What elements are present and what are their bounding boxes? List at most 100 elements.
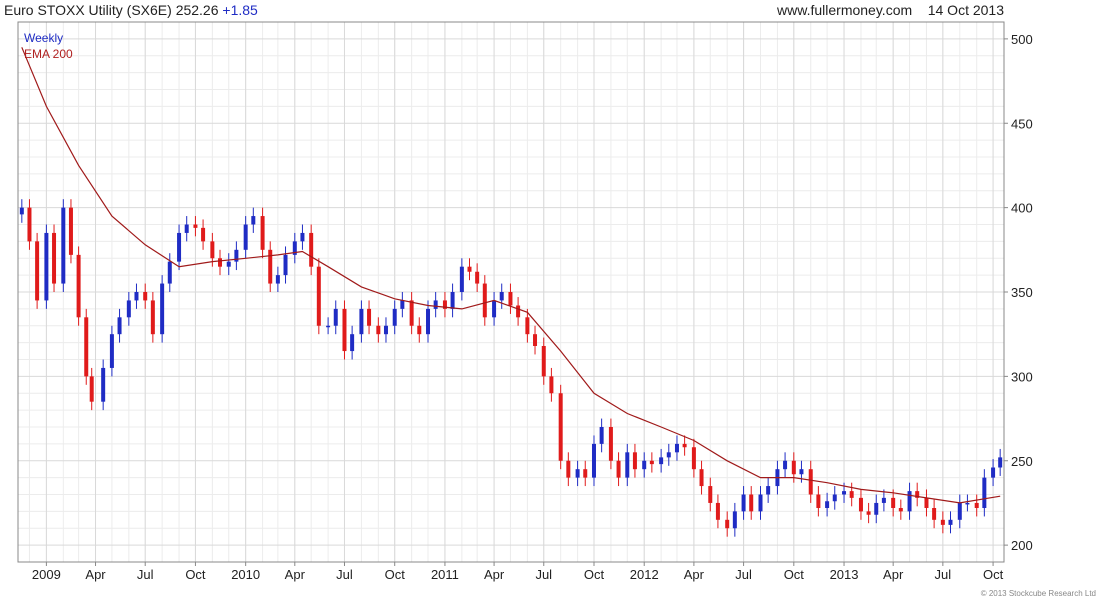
x-tick-label: Jul: [935, 567, 952, 582]
candle-body: [482, 283, 487, 318]
x-tick-label: Jul: [735, 567, 752, 582]
candle-body: [957, 502, 962, 520]
candle-body: [642, 460, 647, 470]
candle-body: [625, 452, 630, 478]
candle-body: [858, 497, 863, 512]
price-chart: 2009 Apr Jul Oct 2010 Apr Jul Oct 2011 Apr Jul Oct 2…: [17, 21, 1033, 582]
candle-body: [842, 491, 847, 495]
candle-body: [218, 258, 223, 267]
candle-body: [300, 232, 305, 242]
legend-ema-200: EMA 200: [24, 47, 73, 61]
candle-body: [659, 457, 664, 465]
candle-body: [251, 216, 256, 225]
candle-body: [533, 334, 538, 346]
candle-body: [117, 317, 122, 335]
candle-body: [699, 469, 704, 487]
candle-body: [499, 292, 504, 301]
y-tick-label: 350: [1011, 285, 1033, 300]
candle-body: [150, 300, 155, 335]
candle-body: [268, 249, 273, 284]
candle-body: [226, 261, 231, 267]
candle-body: [558, 393, 563, 461]
candle-body: [575, 469, 580, 478]
candle-body: [758, 494, 763, 512]
candle-body: [467, 266, 472, 272]
candle-body: [201, 227, 206, 242]
candle-body: [409, 300, 414, 326]
candle-body: [516, 305, 521, 318]
x-tick-label: Oct: [584, 567, 605, 582]
y-tick-label: 250: [1011, 454, 1033, 469]
candle-body: [608, 427, 613, 461]
candle-body: [283, 254, 288, 276]
candle-body: [881, 497, 886, 503]
candle-body: [333, 308, 338, 326]
candle-body: [898, 508, 903, 512]
candle-body: [583, 469, 588, 478]
candle-body: [177, 232, 182, 262]
candle-body: [492, 300, 497, 318]
candle-body: [616, 460, 621, 478]
candle-body: [367, 308, 372, 326]
candle-body: [383, 325, 388, 335]
candle-body: [974, 502, 979, 508]
candle-body: [632, 452, 637, 470]
candle-body: [674, 443, 679, 453]
candle-body: [799, 469, 804, 475]
candle-body: [525, 317, 530, 335]
candle-body: [991, 467, 996, 478]
candle-body: [924, 497, 929, 508]
x-tick-label: Apr: [285, 567, 306, 582]
candle-body: [426, 308, 431, 335]
candle-body: [508, 292, 513, 306]
candle-body: [715, 502, 720, 520]
candle-body: [566, 460, 571, 478]
candle-body: [210, 241, 215, 259]
candle-body: [783, 460, 788, 470]
candle-body: [68, 207, 73, 255]
candle-body: [874, 502, 879, 515]
candle-body: [816, 494, 821, 508]
candle-body: [400, 300, 405, 309]
candle-body: [940, 519, 945, 525]
x-tick-label: Oct: [983, 567, 1004, 582]
candle-body: [475, 271, 480, 284]
candle-body: [766, 486, 771, 495]
x-tick-label: Oct: [784, 567, 805, 582]
candle-body: [392, 308, 397, 326]
candle-body: [541, 346, 546, 377]
candle-body: [417, 325, 422, 335]
y-tick-label: 450: [1011, 116, 1033, 131]
candle-body: [61, 207, 66, 284]
candle-body: [549, 376, 554, 394]
candle-body: [350, 334, 355, 352]
candle-body: [732, 511, 737, 529]
x-tick-label: 2013: [830, 567, 859, 582]
candle-body: [649, 460, 654, 465]
x-tick-label: Apr: [484, 567, 505, 582]
candle-body: [143, 292, 148, 301]
candle-body: [791, 460, 796, 475]
candle-body: [76, 254, 81, 318]
candle-body: [243, 224, 248, 250]
candle-body: [450, 292, 455, 309]
candle-body: [825, 501, 830, 508]
candle-body: [52, 232, 57, 284]
y-tick-label: 500: [1011, 32, 1033, 47]
candle-body: [109, 334, 114, 368]
candle-body: [316, 266, 321, 326]
candle-body: [982, 477, 987, 508]
x-tick-label: 2011: [431, 567, 459, 582]
candle-body: [359, 308, 364, 335]
x-tick-label: Apr: [85, 567, 106, 582]
y-tick-label: 400: [1011, 201, 1033, 216]
x-tick-label: 2012: [630, 567, 659, 582]
candle-body: [708, 486, 713, 503]
candle-body: [741, 494, 746, 512]
candle-body: [89, 376, 94, 402]
candle-body: [907, 491, 912, 512]
x-tick-label: Oct: [385, 567, 406, 582]
candle-body: [260, 216, 265, 250]
candle-body: [891, 497, 896, 508]
candle-body: [134, 292, 139, 301]
